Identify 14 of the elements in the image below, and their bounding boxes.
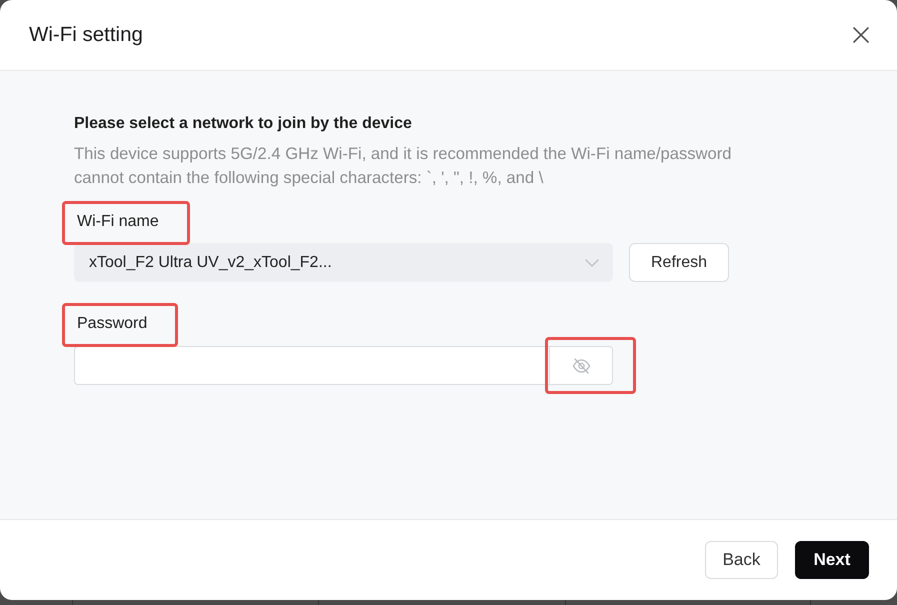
instruction-note: This device supports 5G/2.4 GHz Wi-Fi, and it is recommended the Wi-Fi name/password cannot contain the following special characters: `, ', ", !, %, and \ xyxy=(74,143,733,189)
close-button[interactable] xyxy=(852,26,870,44)
refresh-button[interactable]: Refresh xyxy=(629,243,729,282)
field-label: Wi-Fi name xyxy=(77,212,159,232)
field-label: Password xyxy=(77,314,148,334)
back-button[interactable]: Back xyxy=(705,541,778,579)
password-field[interactable] xyxy=(74,346,549,385)
next-button[interactable]: Next xyxy=(795,541,869,579)
close-icon xyxy=(852,26,870,44)
visibility-toggle-button[interactable] xyxy=(549,346,613,385)
instruction-heading: Please select a network to join by the device xyxy=(74,114,412,134)
chevron-down-icon xyxy=(585,258,599,266)
dialog-title: Wi-Fi setting xyxy=(29,23,143,47)
wifi-name-dropdown[interactable]: xTool_F2 Ultra UV_v2_xTool_F2... xyxy=(74,243,613,282)
